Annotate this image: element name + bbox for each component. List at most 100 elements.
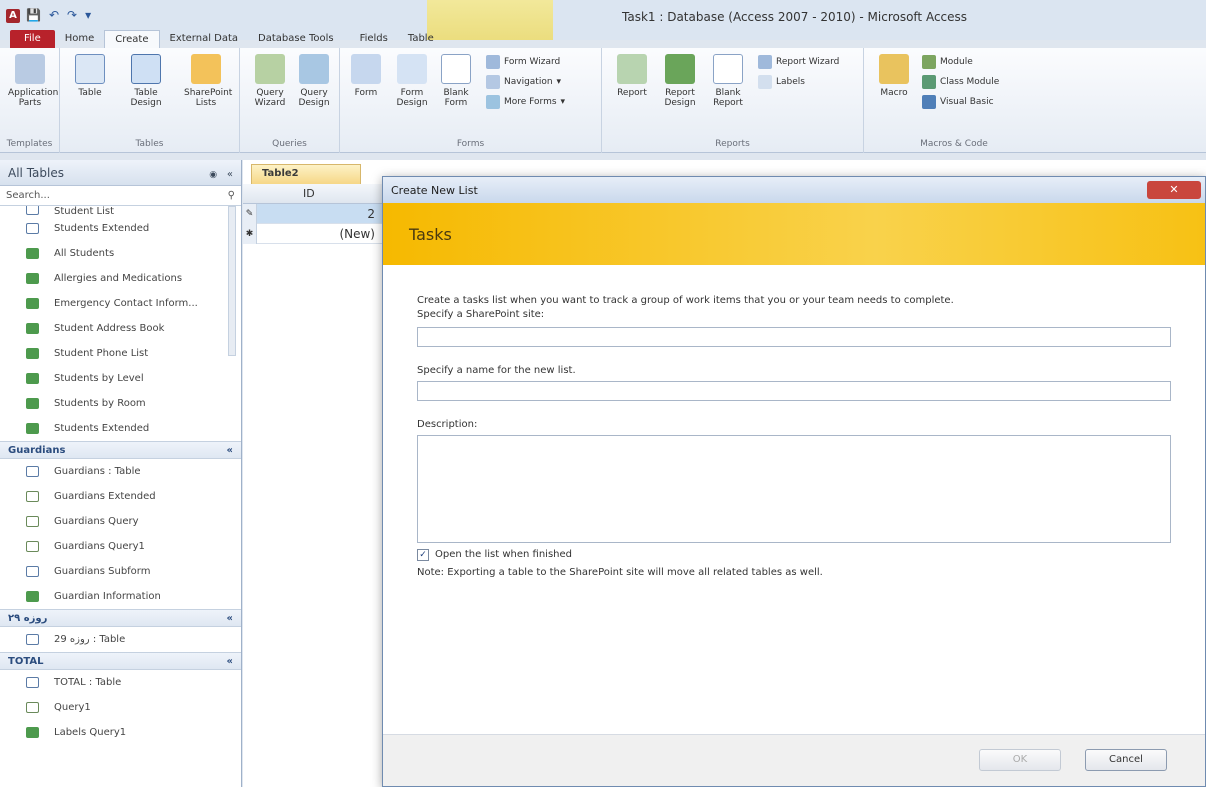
list-item[interactable]: Guardians Query bbox=[0, 509, 241, 534]
ribbon: Application Parts Templates Table Table … bbox=[0, 48, 1206, 153]
table-row[interactable]: ✎ 2 bbox=[243, 204, 383, 224]
group-label-tables: Tables bbox=[135, 139, 164, 149]
tab-fields[interactable]: Fields bbox=[350, 30, 398, 48]
list-item[interactable]: Guardians : Table bbox=[0, 459, 241, 484]
table-button[interactable]: Table bbox=[68, 54, 112, 98]
report-wizard-button[interactable]: Report Wizard bbox=[758, 54, 839, 70]
access-app-icon[interactable]: A bbox=[6, 9, 20, 23]
tab-table[interactable]: Table bbox=[398, 30, 444, 48]
dialog-titlebar[interactable]: Create New List ✕ bbox=[383, 177, 1205, 203]
tab-external-data[interactable]: External Data bbox=[160, 30, 249, 48]
list-item[interactable]: Guardians Query1 bbox=[0, 534, 241, 559]
visual-basic-button[interactable]: Visual Basic bbox=[922, 94, 994, 110]
macro-icon bbox=[879, 54, 909, 84]
close-icon[interactable]: ✕ bbox=[1147, 181, 1201, 199]
form-design-button[interactable]: Form Design bbox=[390, 54, 434, 108]
list-item[interactable]: Student List bbox=[0, 206, 241, 217]
query-design-icon bbox=[299, 54, 329, 84]
nav-menu-icon[interactable]: ◉ bbox=[209, 170, 217, 180]
list-name-field[interactable] bbox=[417, 381, 1171, 401]
module-button[interactable]: Module bbox=[922, 54, 973, 70]
undo-icon[interactable]: ↶ bbox=[49, 8, 59, 22]
list-item[interactable]: TOTAL : Table bbox=[0, 670, 241, 695]
list-item[interactable]: Guardians Extended bbox=[0, 484, 241, 509]
tab-file[interactable]: File bbox=[10, 30, 55, 48]
open-list-label[interactable]: Open the list when finished bbox=[435, 549, 572, 560]
document-tab-table2[interactable]: Table2 bbox=[251, 164, 361, 184]
list-item[interactable]: Allergies and Medications bbox=[0, 266, 241, 291]
more-forms-button[interactable]: More Forms ▾ bbox=[486, 94, 565, 110]
list-item[interactable]: Labels Query1 bbox=[0, 720, 241, 745]
sharepoint-lists-icon bbox=[191, 54, 221, 84]
nav-search-input[interactable]: Search... bbox=[6, 190, 50, 201]
open-list-checkbox[interactable]: ✓ bbox=[417, 549, 429, 561]
list-item[interactable]: Students by Level bbox=[0, 366, 241, 391]
query-design-button[interactable]: Query Design bbox=[292, 54, 336, 108]
nav-group-guardians[interactable]: Guardians « bbox=[0, 441, 241, 459]
tab-home[interactable]: Home bbox=[55, 30, 105, 48]
collapse-icon[interactable]: « bbox=[227, 445, 233, 456]
cell-id[interactable]: 2 bbox=[367, 207, 375, 221]
save-icon[interactable]: 💾 bbox=[26, 8, 41, 22]
collapse-icon[interactable]: « bbox=[227, 613, 233, 624]
navigation-button[interactable]: Navigation ▾ bbox=[486, 74, 561, 90]
labels-button[interactable]: Labels bbox=[758, 74, 805, 90]
macro-button[interactable]: Macro bbox=[872, 54, 916, 98]
class-module-button[interactable]: Class Module bbox=[922, 74, 999, 90]
list-item[interactable]: Student Phone List bbox=[0, 341, 241, 366]
search-icon[interactable]: ⚲ bbox=[228, 190, 235, 201]
blank-report-button[interactable]: Blank Report bbox=[706, 54, 750, 108]
list-item[interactable]: Query1 bbox=[0, 695, 241, 720]
navigation-icon bbox=[486, 75, 500, 89]
query-icon bbox=[26, 516, 39, 527]
customize-qat-icon[interactable]: ▾ bbox=[85, 8, 91, 22]
list-item[interactable]: Emergency Contact Inform... bbox=[0, 291, 241, 316]
query-wizard-button[interactable]: Query Wizard bbox=[248, 54, 292, 108]
nav-group-ruzeh[interactable]: روزه ۲۹ « bbox=[0, 609, 241, 627]
chevron-down-icon: ▾ bbox=[560, 97, 566, 107]
collapse-icon[interactable]: « bbox=[227, 656, 233, 667]
tab-create[interactable]: Create bbox=[104, 30, 160, 48]
form-icon bbox=[351, 54, 381, 84]
ok-button[interactable]: OK bbox=[979, 749, 1061, 771]
nav-search-box[interactable]: Search... ⚲ bbox=[0, 186, 241, 206]
list-item[interactable]: Students Extended bbox=[0, 416, 241, 441]
form-wizard-button[interactable]: Form Wizard bbox=[486, 54, 560, 70]
blank-form-button[interactable]: Blank Form bbox=[434, 54, 478, 108]
visual-basic-icon bbox=[922, 95, 936, 109]
group-label-templates: Templates bbox=[6, 139, 53, 149]
cell-new[interactable]: (New) bbox=[339, 227, 375, 241]
list-item[interactable]: All Students bbox=[0, 241, 241, 266]
group-reports: Report Report Design Blank Report Report… bbox=[602, 48, 864, 153]
report-icon bbox=[26, 591, 39, 602]
query-wizard-icon bbox=[255, 54, 285, 84]
sharepoint-site-field[interactable] bbox=[417, 327, 1171, 347]
column-header-id[interactable]: ID bbox=[303, 187, 315, 200]
list-item[interactable]: Guardian Information bbox=[0, 584, 241, 609]
sharepoint-lists-button[interactable]: SharePoint Lists bbox=[184, 54, 232, 108]
cancel-button[interactable]: Cancel bbox=[1085, 749, 1167, 771]
table-design-button[interactable]: Table Design bbox=[124, 54, 168, 108]
new-record-icon[interactable]: ✱ bbox=[243, 224, 257, 244]
table-icon bbox=[26, 466, 39, 477]
table-icon bbox=[75, 54, 105, 84]
description-field[interactable] bbox=[417, 435, 1171, 543]
redo-icon[interactable]: ↷ bbox=[67, 8, 77, 22]
application-parts-button[interactable]: Application Parts bbox=[8, 54, 58, 108]
list-item[interactable]: روزه 29 : Table bbox=[0, 627, 241, 652]
list-item[interactable]: Student Address Book bbox=[0, 316, 241, 341]
tab-database-tools[interactable]: Database Tools bbox=[248, 30, 344, 48]
form-button[interactable]: Form bbox=[344, 54, 388, 98]
report-button[interactable]: Report bbox=[610, 54, 654, 98]
table-row-new[interactable]: ✱ (New) bbox=[243, 224, 383, 244]
report-design-button[interactable]: Report Design bbox=[658, 54, 702, 108]
edit-pencil-icon[interactable]: ✎ bbox=[243, 204, 257, 224]
report-icon bbox=[617, 54, 647, 84]
list-item[interactable]: Guardians Subform bbox=[0, 559, 241, 584]
nav-header[interactable]: All Tables ◉ « bbox=[0, 160, 241, 186]
nav-group-total[interactable]: TOTAL « bbox=[0, 652, 241, 670]
group-forms: Form Form Design Blank Form Form Wizard … bbox=[340, 48, 602, 153]
list-item[interactable]: Students Extended bbox=[0, 216, 241, 241]
shutter-bar-close-icon[interactable]: « bbox=[227, 169, 233, 180]
list-item[interactable]: Students by Room bbox=[0, 391, 241, 416]
